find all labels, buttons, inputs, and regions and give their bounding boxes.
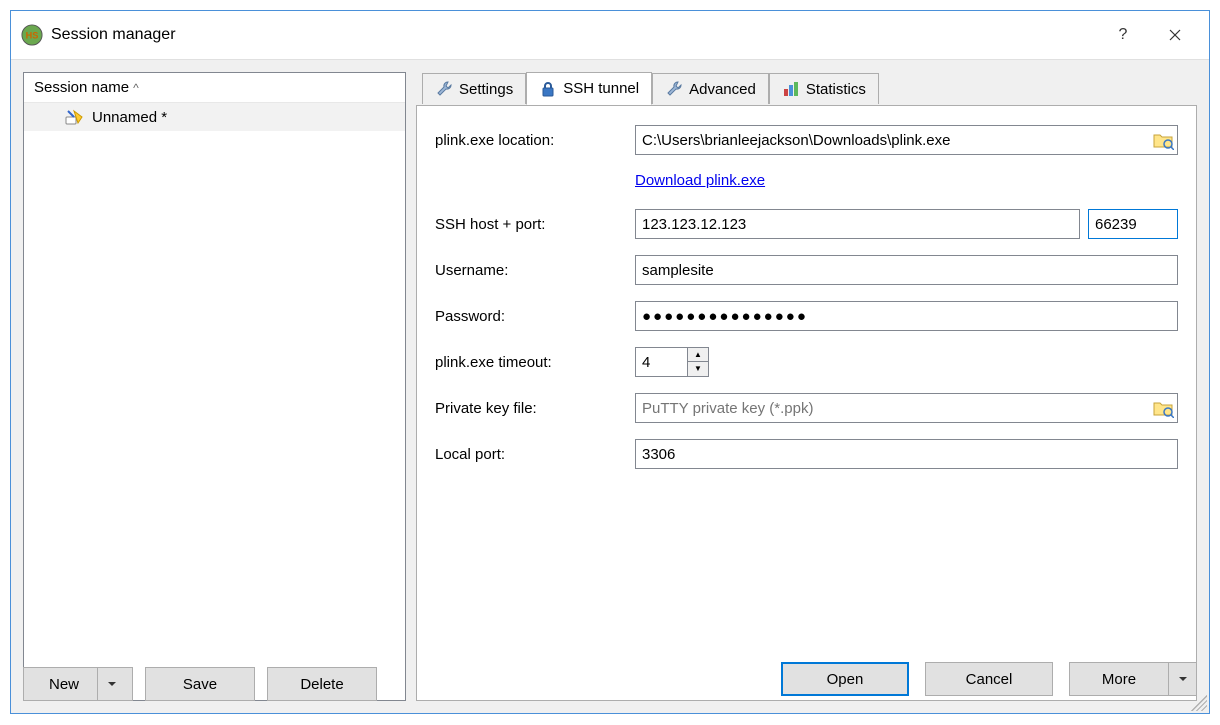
resize-grip[interactable] <box>1191 695 1207 711</box>
close-button[interactable] <box>1149 15 1201 55</box>
plink-timeout-up[interactable]: ▲ <box>687 347 709 362</box>
session-item-label: Unnamed * <box>92 109 167 126</box>
label-password: Password: <box>435 308 635 325</box>
tab-ssh-tunnel[interactable]: SSH tunnel <box>526 72 652 105</box>
row-username: Username: <box>435 254 1178 286</box>
session-manager-window: HS Session manager ? Session name ^ <box>10 10 1210 714</box>
plink-timeout-spinner: ▲ ▼ <box>635 347 709 377</box>
plink-timeout-down[interactable]: ▼ <box>687 362 709 377</box>
session-list-header[interactable]: Session name ^ <box>24 73 405 103</box>
input-plink-location[interactable] <box>635 125 1178 155</box>
session-header-label: Session name <box>34 79 129 96</box>
body: Session name ^ Unnamed * <box>11 59 1209 713</box>
session-item-icon <box>64 107 84 127</box>
download-plink-link[interactable]: Download plink.exe <box>635 172 765 189</box>
tab-settings[interactable]: Settings <box>422 73 526 104</box>
chart-icon <box>782 80 800 98</box>
more-button-label: More <box>1070 663 1168 695</box>
footer-right: Open Cancel More <box>781 662 1197 696</box>
new-button-label: New <box>31 668 97 700</box>
row-plink-timeout: plink.exe timeout: ▲ ▼ <box>435 346 1178 378</box>
tab-label: Advanced <box>689 81 756 98</box>
input-ssh-host[interactable] <box>635 209 1080 239</box>
label-plink-location: plink.exe location: <box>435 132 635 149</box>
svg-text:HS: HS <box>26 31 39 41</box>
sort-indicator-icon: ^ <box>133 81 139 95</box>
right-panel: Settings SSH tunnel Advanced <box>416 72 1197 701</box>
close-icon <box>1169 29 1181 41</box>
browse-plink-icon[interactable] <box>1152 130 1174 150</box>
tab-strip: Settings SSH tunnel Advanced <box>416 72 1197 105</box>
save-button[interactable]: Save <box>145 667 255 701</box>
row-local-port: Local port: <box>435 438 1178 470</box>
label-plink-timeout: plink.exe timeout: <box>435 354 635 371</box>
row-download-link: Download plink.exe <box>435 164 1178 196</box>
label-local-port: Local port: <box>435 446 635 463</box>
cancel-button[interactable]: Cancel <box>925 662 1053 696</box>
wrench-icon <box>665 80 683 98</box>
row-password: Password: <box>435 300 1178 332</box>
row-plink-location: plink.exe location: <box>435 124 1178 156</box>
footer-row: New Save Delete Open Cancel More <box>23 657 1197 701</box>
app-icon: HS <box>21 24 43 46</box>
input-private-key[interactable] <box>635 393 1178 423</box>
new-button[interactable]: New <box>23 667 133 701</box>
new-button-dropdown[interactable] <box>97 668 125 700</box>
input-ssh-port[interactable] <box>1088 209 1178 239</box>
tab-statistics[interactable]: Statistics <box>769 73 879 104</box>
wrench-icon <box>435 80 453 98</box>
chevron-down-icon <box>108 680 116 688</box>
row-private-key: Private key file: <box>435 392 1178 424</box>
open-button[interactable]: Open <box>781 662 909 696</box>
session-list-item[interactable]: Unnamed * <box>24 103 405 131</box>
row-ssh-host-port: SSH host + port: <box>435 208 1178 240</box>
label-username: Username: <box>435 262 635 279</box>
main-columns: Session name ^ Unnamed * <box>23 72 1197 701</box>
chevron-down-icon <box>1179 675 1187 683</box>
titlebar: HS Session manager ? <box>11 11 1209 59</box>
more-button-dropdown[interactable] <box>1168 663 1196 695</box>
window-title: Session manager <box>51 26 1097 44</box>
left-panel: Session name ^ Unnamed * <box>23 72 406 701</box>
tab-label: SSH tunnel <box>563 80 639 97</box>
more-button[interactable]: More <box>1069 662 1197 696</box>
input-local-port[interactable] <box>635 439 1178 469</box>
label-ssh-host-port: SSH host + port: <box>435 216 635 233</box>
tab-advanced[interactable]: Advanced <box>652 73 769 104</box>
tab-label: Settings <box>459 81 513 98</box>
input-plink-timeout[interactable] <box>635 347 687 377</box>
help-button[interactable]: ? <box>1097 15 1149 55</box>
lock-icon <box>539 80 557 98</box>
input-password[interactable] <box>635 301 1178 331</box>
input-username[interactable] <box>635 255 1178 285</box>
left-button-row: New Save Delete <box>23 667 377 701</box>
tab-label: Statistics <box>806 81 866 98</box>
label-private-key: Private key file: <box>435 400 635 417</box>
browse-private-key-icon[interactable] <box>1152 398 1174 418</box>
session-list: Session name ^ Unnamed * <box>23 72 406 701</box>
tab-content-ssh: plink.exe location: <box>416 105 1197 701</box>
delete-button[interactable]: Delete <box>267 667 377 701</box>
